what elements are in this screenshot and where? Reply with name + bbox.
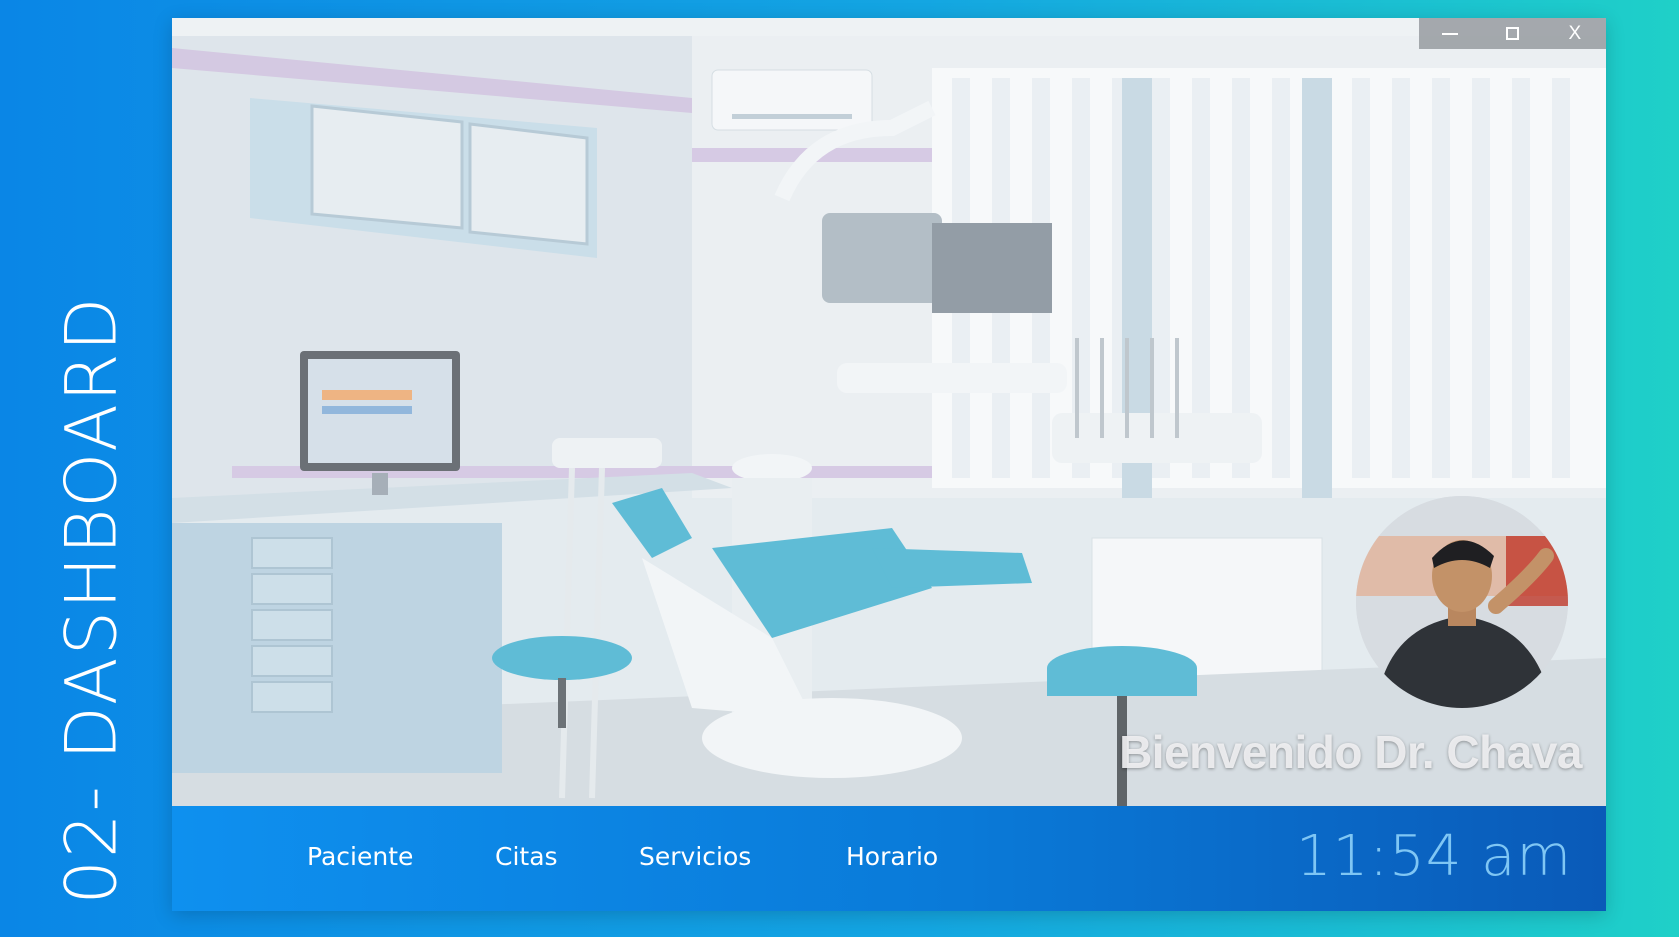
maximize-button[interactable] bbox=[1484, 18, 1540, 49]
close-icon: X bbox=[1568, 22, 1582, 44]
background-image-dental-office: Bienvenido Dr. Chava bbox=[172, 18, 1606, 806]
clock-display: 11:54 am bbox=[1295, 824, 1572, 889]
nav-item-servicios[interactable]: Servicios bbox=[639, 842, 751, 871]
close-button[interactable]: X bbox=[1547, 18, 1603, 49]
slide-title: 02- DASHBOARD bbox=[51, 295, 133, 904]
slide-title-text: 02- DASHBOARD bbox=[51, 295, 134, 905]
maximize-icon bbox=[1505, 27, 1519, 40]
minimize-button[interactable] bbox=[1422, 18, 1478, 49]
nav-item-horario[interactable]: Horario bbox=[846, 842, 938, 871]
profile-photo bbox=[1356, 496, 1568, 708]
welcome-message: Bienvenido Dr. Chava bbox=[1119, 726, 1582, 778]
nav-item-citas[interactable]: Citas bbox=[495, 842, 558, 871]
dental-office-illustration bbox=[172, 18, 1606, 806]
user-avatar[interactable] bbox=[1356, 496, 1568, 708]
app-window: Bienvenido Dr. Chava X Paciente Citas Se… bbox=[172, 18, 1606, 911]
bottom-nav-bar: Paciente Citas Servicios Horario 11:54 a… bbox=[172, 806, 1606, 911]
window-controls: X bbox=[1419, 18, 1606, 49]
nav-item-paciente[interactable]: Paciente bbox=[307, 842, 413, 871]
minimize-icon bbox=[1442, 32, 1459, 35]
